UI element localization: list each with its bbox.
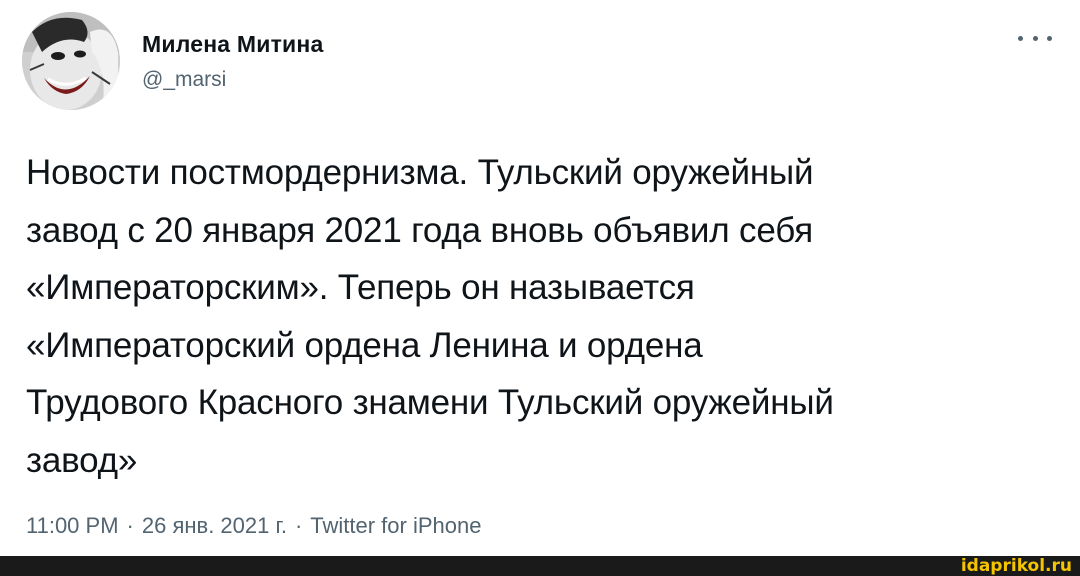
dot	[1032, 35, 1038, 41]
dot	[1018, 35, 1023, 41]
author-name[interactable]: Милена Митина	[142, 31, 323, 58]
watermark: idaprikol.ru	[960, 556, 1072, 576]
tweet-meta: 11:00 PM · 26 янв. 2021 г. · Twitter for…	[26, 513, 481, 539]
more-dots-icon[interactable]	[1018, 26, 1052, 50]
dot	[1047, 35, 1052, 41]
meta-separator: ·	[126, 513, 134, 538]
footer-bar: idaprikol.ru	[0, 556, 1080, 576]
avatar[interactable]	[22, 12, 120, 110]
avatar-image	[22, 12, 120, 110]
tweet-card: Милена Митина @_marsi Новости постмордер…	[0, 0, 1080, 556]
tweet-date[interactable]: 26 янв. 2021 г.	[142, 513, 287, 539]
author-handle[interactable]: @_marsi	[142, 68, 226, 92]
meta-separator: ·	[294, 513, 303, 538]
tweet-text: Новости постмордернизма. Тульский оружей…	[26, 153, 834, 480]
tweet-source[interactable]: Twitter for iPhone	[310, 513, 481, 539]
tweet-time[interactable]: 11:00 PM	[26, 513, 119, 539]
